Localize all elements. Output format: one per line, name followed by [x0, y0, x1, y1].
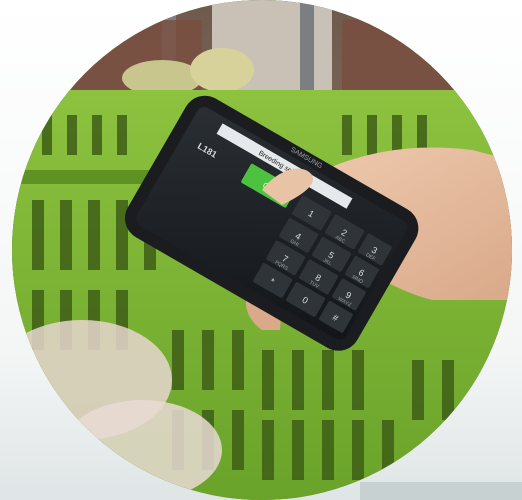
photo-stage: SAMSUNG Breeding selection L181 Ok — [0, 0, 522, 500]
corner-bar — [360, 482, 522, 500]
brown-bin-right — [342, 20, 492, 90]
blurred-fingers — [62, 400, 222, 500]
photo-illustration: SAMSUNG Breeding selection L181 Ok — [12, 0, 512, 500]
plant-cluster-2 — [190, 48, 254, 92]
circular-photo: SAMSUNG Breeding selection L181 Ok — [12, 0, 512, 500]
